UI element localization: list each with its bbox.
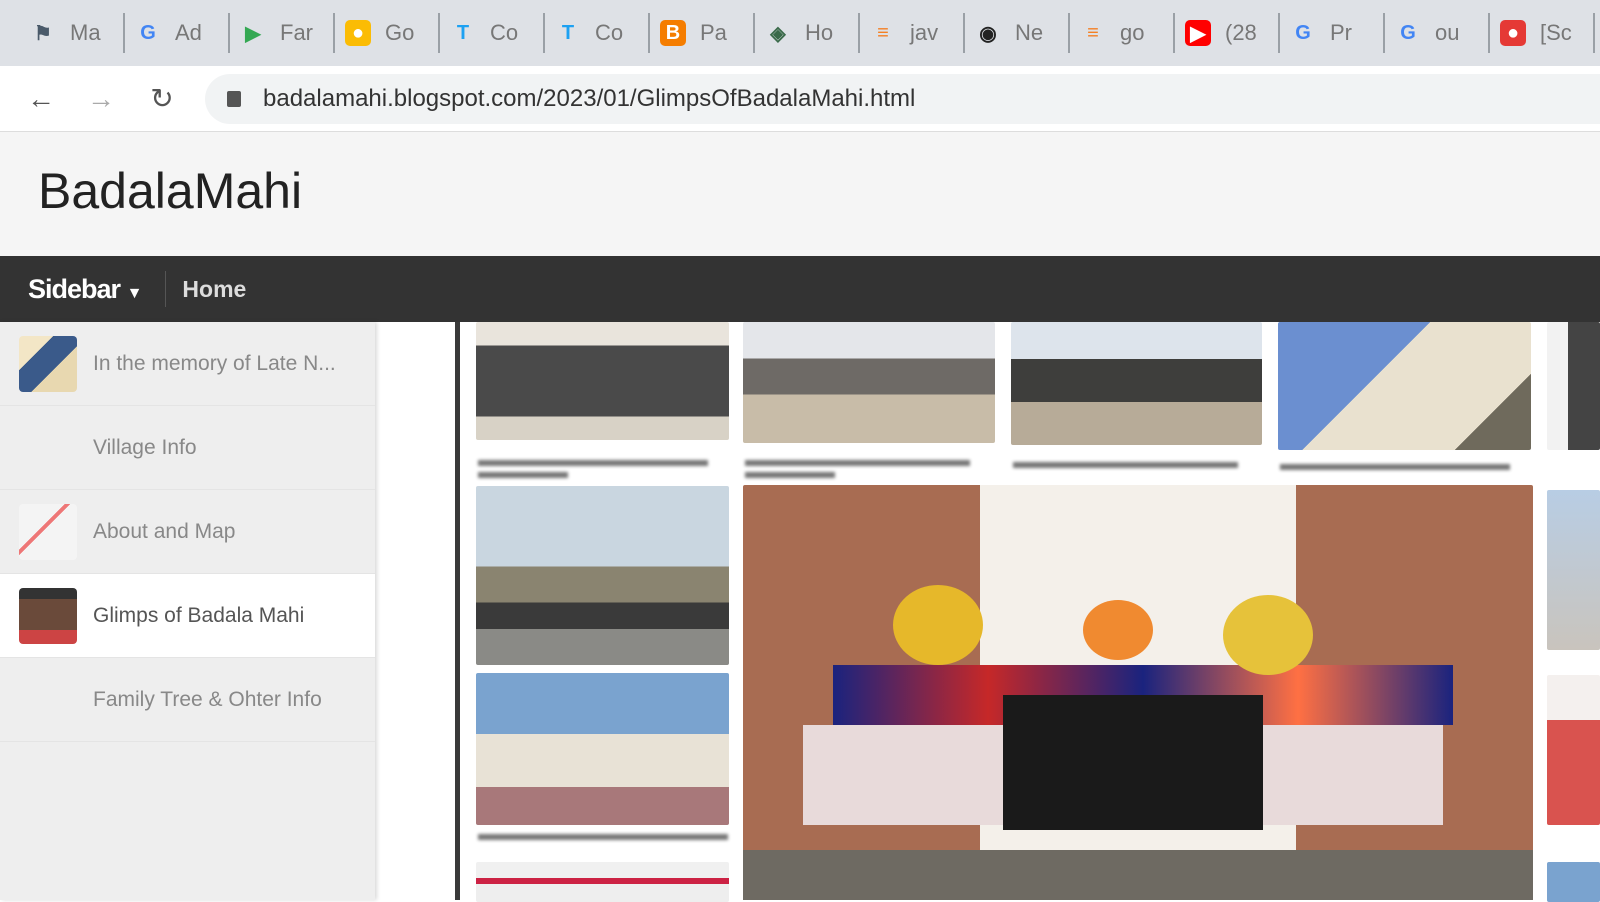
- emblem-icon: ◈: [770, 22, 786, 45]
- sidebar-item-thumbnail: [19, 335, 77, 392]
- gallery-photo[interactable]: [1547, 675, 1600, 825]
- gallery-photo[interactable]: [476, 486, 729, 665]
- sidebar-item-label: Family Tree & Ohter Info: [93, 687, 322, 711]
- keep-icon: ●: [345, 20, 371, 46]
- bookmark-label: go: [1120, 20, 1145, 45]
- bookmark-14[interactable]: ● [Sc: [1490, 13, 1595, 53]
- sidebar-toggle-button[interactable]: Sidebar ▼: [28, 273, 143, 305]
- url-text: badalamahi.blogspot.com/2023/01/GlimpsOf…: [263, 85, 916, 112]
- sidebar-item-label: In the memory of Late N...: [93, 351, 336, 375]
- sidebar-item-thumbnail: [19, 587, 77, 644]
- sidebar-item[interactable]: In the memory of Late N...: [0, 322, 375, 406]
- bookmark-9[interactable]: ◉ Ne: [965, 13, 1070, 53]
- home-link[interactable]: Home: [182, 276, 246, 303]
- forward-icon[interactable]: →: [84, 82, 118, 116]
- flag-icon: ⚑: [34, 22, 52, 45]
- sidebar-item[interactable]: Family Tree & Ohter Info: [0, 658, 375, 742]
- bookmark-label: Ho: [805, 20, 834, 45]
- gallery-photo[interactable]: [1547, 862, 1600, 902]
- bookmark-label: Pr: [1330, 20, 1352, 45]
- address-bar-row: ← → ↻ badalamahi.blogspot.com/2023/01/Gl…: [0, 66, 1600, 132]
- stack-icon: ≡: [1087, 21, 1099, 44]
- url-input[interactable]: badalamahi.blogspot.com/2023/01/GlimpsOf…: [205, 74, 1600, 124]
- google-icon: G: [1400, 21, 1416, 44]
- bookmark-8[interactable]: ≡ jav: [860, 13, 965, 53]
- bookmark-3[interactable]: ● Go: [335, 13, 440, 53]
- bookmark-label: Co: [490, 20, 519, 45]
- sidebar-item-thumbnail: [19, 420, 77, 476]
- blog-header: BadalaMahi: [0, 132, 1600, 256]
- bookmark-label: Go: [385, 20, 415, 45]
- photo-caption: [478, 834, 728, 840]
- bookmark-13[interactable]: Gou: [1385, 13, 1490, 53]
- photo-caption: [1013, 462, 1238, 468]
- gallery-photo[interactable]: [476, 322, 729, 440]
- bookmark-2[interactable]: ▶ Far: [230, 13, 335, 53]
- bookmark-label: Ne: [1015, 20, 1044, 45]
- bookmark-label: Pa: [700, 20, 727, 45]
- bookmark-label: Co: [595, 20, 624, 45]
- sidebar-item-label: Village Info: [93, 435, 197, 459]
- bookmark-12[interactable]: G Pr: [1280, 13, 1385, 53]
- sidebar-item-label: About and Map: [93, 519, 236, 543]
- bookmark-label: [Sc: [1540, 20, 1572, 45]
- t-icon: T: [561, 21, 575, 44]
- sidebar-item-thumbnail: [19, 672, 77, 728]
- bookmark-10[interactable]: ≡ go: [1070, 13, 1175, 53]
- photo-caption: [745, 460, 970, 466]
- bookmark-4[interactable]: T Co: [440, 13, 545, 53]
- t-icon: T: [456, 21, 470, 44]
- bookmarks-bar: ⚑ Ma G Ad ▶ Far ● Go T Co T Co B Pa ◈ Ho ≡ jav ◉ Ne ≡ go ▶ (28 G…: [0, 0, 1600, 66]
- gallery-photo[interactable]: [476, 862, 729, 902]
- bookmark-0[interactable]: ⚑ Ma: [20, 13, 125, 53]
- sidebar-item-label: Glimps of Badala Mahi: [93, 603, 305, 627]
- photo-caption: [478, 460, 708, 466]
- bookmark-7[interactable]: ◈ Ho: [755, 13, 860, 53]
- sidebar-item-thumbnail: [19, 503, 77, 560]
- bookmark-11[interactable]: ▶ (28: [1175, 13, 1280, 53]
- bookmark-label: Far: [280, 20, 313, 45]
- google-icon: G: [1295, 21, 1311, 44]
- bookmark-label: Ma: [70, 20, 101, 45]
- gallery-photo[interactable]: [1011, 322, 1262, 445]
- sidebar-item[interactable]: Glimps of Badala Mahi: [0, 574, 375, 658]
- photo-caption: [745, 472, 835, 478]
- bookmark-label: Ad: [175, 20, 202, 45]
- bookmark-label: ou: [1435, 20, 1460, 45]
- sidebar-item[interactable]: Village Info: [0, 406, 375, 490]
- sidebar-panel: In the memory of Late N... Village Info Ab…: [0, 322, 375, 900]
- photo-caption: [478, 472, 568, 478]
- nav-bar: Sidebar ▼ Home: [0, 256, 1600, 322]
- sidebar-label: Sidebar: [28, 273, 121, 304]
- bookmark-6[interactable]: B Pa: [650, 13, 755, 53]
- sidebar-item[interactable]: About and Map: [0, 490, 375, 574]
- stack-icon: ≡: [877, 21, 889, 44]
- gallery-photo[interactable]: [476, 673, 729, 825]
- nav-divider: [165, 271, 167, 307]
- lock-icon: [227, 91, 241, 107]
- blog-title[interactable]: BadalaMahi: [38, 162, 302, 220]
- caret-down-icon: ▼: [126, 284, 143, 302]
- gallery-photo[interactable]: [1547, 490, 1600, 650]
- google-icon: G: [140, 21, 156, 44]
- blogger-icon: B: [660, 20, 686, 46]
- reload-icon[interactable]: ↻: [145, 82, 179, 116]
- gallery-photo[interactable]: [743, 322, 995, 443]
- gallery-photo-large[interactable]: [743, 485, 1533, 900]
- bookmark-1[interactable]: G Ad: [125, 13, 230, 53]
- bookmark-label: jav: [910, 20, 939, 45]
- gallery-photo[interactable]: [1547, 322, 1600, 450]
- play-store-icon: ▶: [245, 22, 261, 45]
- bookmark-5[interactable]: T Co: [545, 13, 650, 53]
- bookmark-label: (28: [1225, 20, 1257, 45]
- gallery-photo[interactable]: [1278, 322, 1531, 450]
- youtube-icon: ▶: [1185, 20, 1211, 46]
- ladybug-icon: ●: [1500, 20, 1526, 46]
- github-icon: ◉: [979, 22, 997, 45]
- sidebar-divider: [455, 322, 460, 900]
- back-icon[interactable]: ←: [24, 82, 58, 116]
- photo-caption: [1280, 464, 1510, 470]
